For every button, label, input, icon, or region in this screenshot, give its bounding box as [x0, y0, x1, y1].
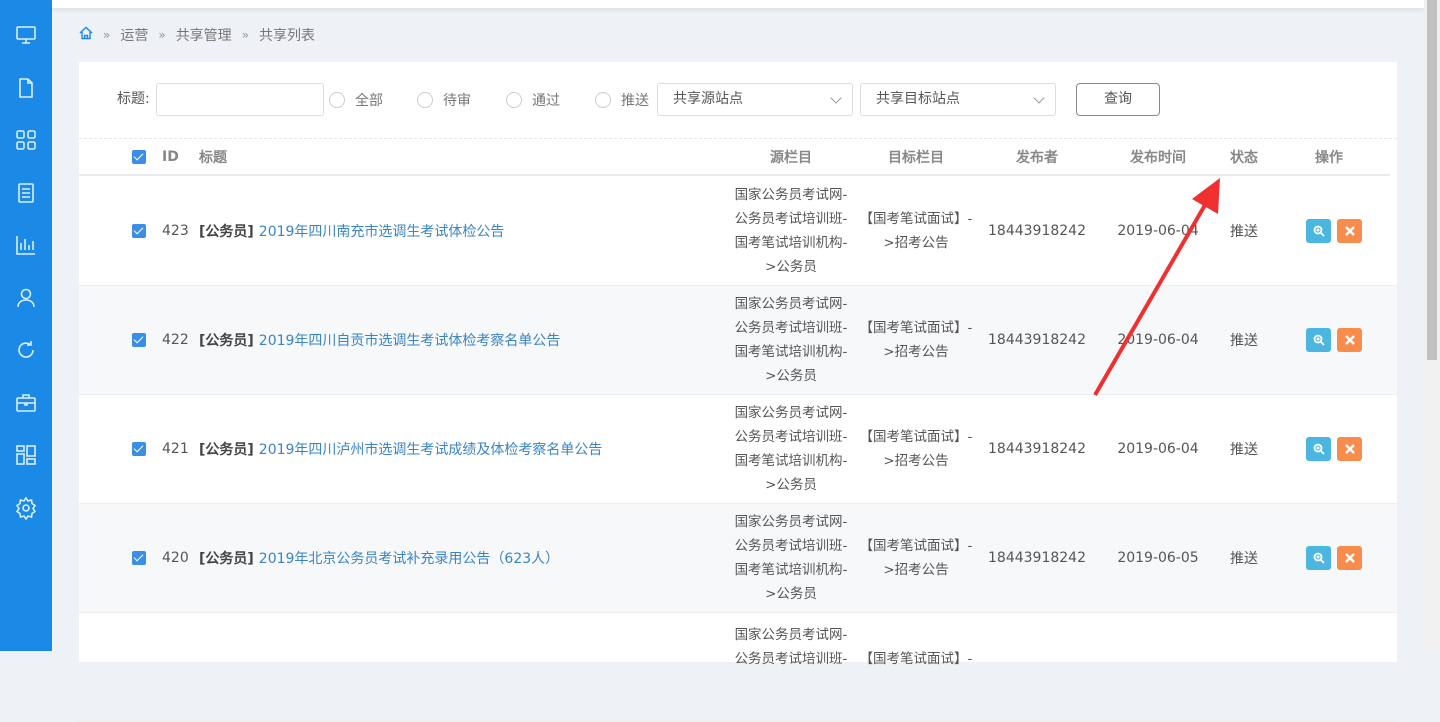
annotation-arrow — [1093, 178, 1220, 397]
scrollbar[interactable] — [1424, 0, 1440, 651]
scrollbar-thumb[interactable] — [1427, 0, 1437, 360]
